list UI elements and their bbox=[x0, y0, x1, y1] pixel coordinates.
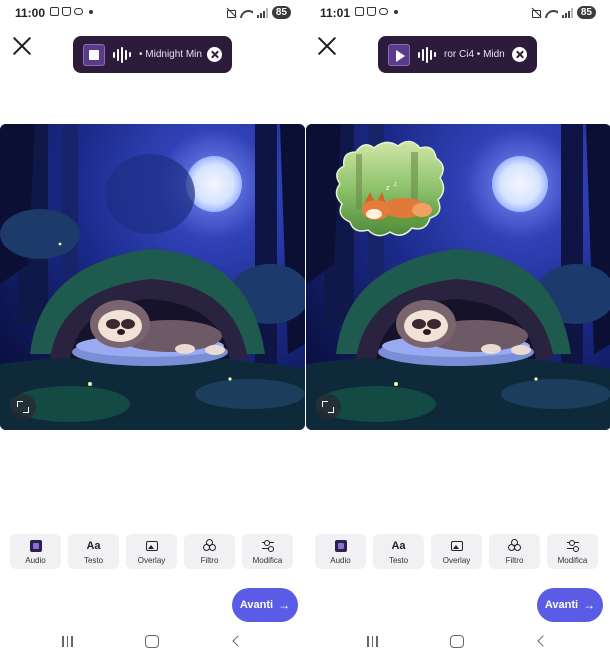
tool-overlay[interactable]: Overlay bbox=[431, 534, 482, 569]
play-icon[interactable] bbox=[396, 49, 405, 62]
wifi-icon bbox=[545, 8, 558, 18]
filter-icon bbox=[203, 539, 216, 552]
stop-icon[interactable] bbox=[89, 49, 99, 60]
signal-icon bbox=[561, 7, 573, 18]
waveform-icon bbox=[418, 46, 436, 63]
next-label: Avanti bbox=[239, 599, 274, 611]
close-icon[interactable] bbox=[12, 36, 32, 56]
shopping-bag-icon bbox=[62, 7, 71, 16]
system-nav-bar bbox=[305, 632, 610, 652]
tool-label: Modifica bbox=[252, 556, 283, 565]
editor-screen-before: 11:00 85 • Midnight Min Audio Aa Testo O… bbox=[0, 0, 305, 661]
arrow-right-icon: → bbox=[583, 598, 596, 612]
audio-icon bbox=[334, 539, 347, 552]
arrow-right-icon: → bbox=[278, 598, 291, 612]
tool-testo[interactable]: Aa Testo bbox=[373, 534, 424, 569]
edit-toolbar: Audio Aa Testo Overlay Filtro Modifica bbox=[315, 534, 598, 569]
cloud-icon bbox=[379, 8, 388, 15]
recents-icon[interactable] bbox=[367, 636, 378, 647]
image-icon bbox=[450, 540, 463, 551]
tool-filtro[interactable]: Filtro bbox=[184, 534, 235, 569]
mute-icon bbox=[531, 8, 541, 18]
tool-label: Overlay bbox=[137, 556, 166, 565]
screenshot-icon bbox=[355, 7, 364, 16]
tool-label: Audio bbox=[330, 556, 351, 565]
track-title: ror Ci4 • Midn bbox=[444, 49, 505, 60]
tool-modifica[interactable]: Modifica bbox=[242, 534, 293, 569]
tool-audio[interactable]: Audio bbox=[315, 534, 366, 569]
status-bar: 11:01 85 bbox=[305, 0, 610, 26]
tool-label: Overlay bbox=[442, 556, 471, 565]
tool-filtro[interactable]: Filtro bbox=[489, 534, 540, 569]
track-title: • Midnight Min bbox=[139, 49, 202, 60]
tool-audio[interactable]: Audio bbox=[10, 534, 61, 569]
filter-icon bbox=[508, 539, 521, 552]
back-icon[interactable] bbox=[537, 635, 549, 647]
image-icon bbox=[145, 540, 158, 551]
preview-image: z z bbox=[306, 124, 610, 430]
tool-label: Audio bbox=[25, 556, 46, 565]
next-button[interactable]: Avanti → bbox=[537, 588, 603, 622]
notification-dot-icon bbox=[394, 9, 398, 14]
tool-modifica[interactable]: Modifica bbox=[547, 534, 598, 569]
text-aa-icon: Aa bbox=[391, 539, 406, 552]
status-time: 11:01 bbox=[320, 6, 351, 20]
battery-badge: 85 bbox=[576, 6, 596, 19]
shopping-bag-icon bbox=[367, 7, 376, 16]
waveform-icon bbox=[113, 46, 131, 63]
back-icon[interactable] bbox=[232, 635, 244, 647]
text-aa-icon: Aa bbox=[86, 539, 101, 552]
mute-icon bbox=[226, 8, 236, 18]
system-nav-bar bbox=[0, 632, 305, 652]
album-art bbox=[388, 43, 410, 66]
status-bar: 11:00 85 bbox=[0, 0, 305, 26]
music-pill[interactable]: ror Ci4 • Midn bbox=[378, 36, 537, 73]
status-time: 11:00 bbox=[15, 6, 46, 20]
tool-label: Filtro bbox=[200, 556, 219, 565]
tool-label: Testo bbox=[388, 556, 409, 565]
notification-dot-icon bbox=[89, 9, 93, 14]
overlay-sticker[interactable]: z z bbox=[335, 140, 445, 237]
tool-overlay[interactable]: Overlay bbox=[126, 534, 177, 569]
remove-music-icon[interactable] bbox=[512, 47, 527, 62]
next-label: Avanti bbox=[544, 599, 579, 611]
expand-icon[interactable] bbox=[10, 394, 36, 420]
home-icon[interactable] bbox=[450, 635, 464, 648]
cloud-icon bbox=[74, 8, 83, 15]
wifi-icon bbox=[240, 8, 253, 18]
editor-screen-after: 11:01 85 ror Ci4 • Midn z z Audio Aa Tes… bbox=[305, 0, 610, 661]
tool-label: Filtro bbox=[505, 556, 524, 565]
music-pill[interactable]: • Midnight Min bbox=[73, 36, 232, 73]
preview-image bbox=[0, 124, 305, 430]
remove-music-icon[interactable] bbox=[207, 47, 222, 62]
screenshot-icon bbox=[50, 7, 59, 16]
signal-icon bbox=[256, 7, 268, 18]
next-button[interactable]: Avanti → bbox=[232, 588, 298, 622]
audio-icon bbox=[29, 539, 42, 552]
expand-icon[interactable] bbox=[315, 394, 341, 420]
battery-badge: 85 bbox=[271, 6, 291, 19]
tool-label: Modifica bbox=[557, 556, 588, 565]
edit-toolbar: Audio Aa Testo Overlay Filtro Modifica bbox=[10, 534, 293, 569]
close-icon[interactable] bbox=[317, 36, 337, 56]
recents-icon[interactable] bbox=[62, 636, 73, 647]
sliders-icon bbox=[261, 539, 274, 554]
sliders-icon bbox=[566, 539, 579, 554]
svg-text:z: z bbox=[386, 185, 390, 192]
tool-testo[interactable]: Aa Testo bbox=[68, 534, 119, 569]
svg-text:z: z bbox=[394, 182, 397, 188]
tool-label: Testo bbox=[83, 556, 104, 565]
album-art bbox=[83, 43, 105, 66]
home-icon[interactable] bbox=[145, 635, 159, 648]
